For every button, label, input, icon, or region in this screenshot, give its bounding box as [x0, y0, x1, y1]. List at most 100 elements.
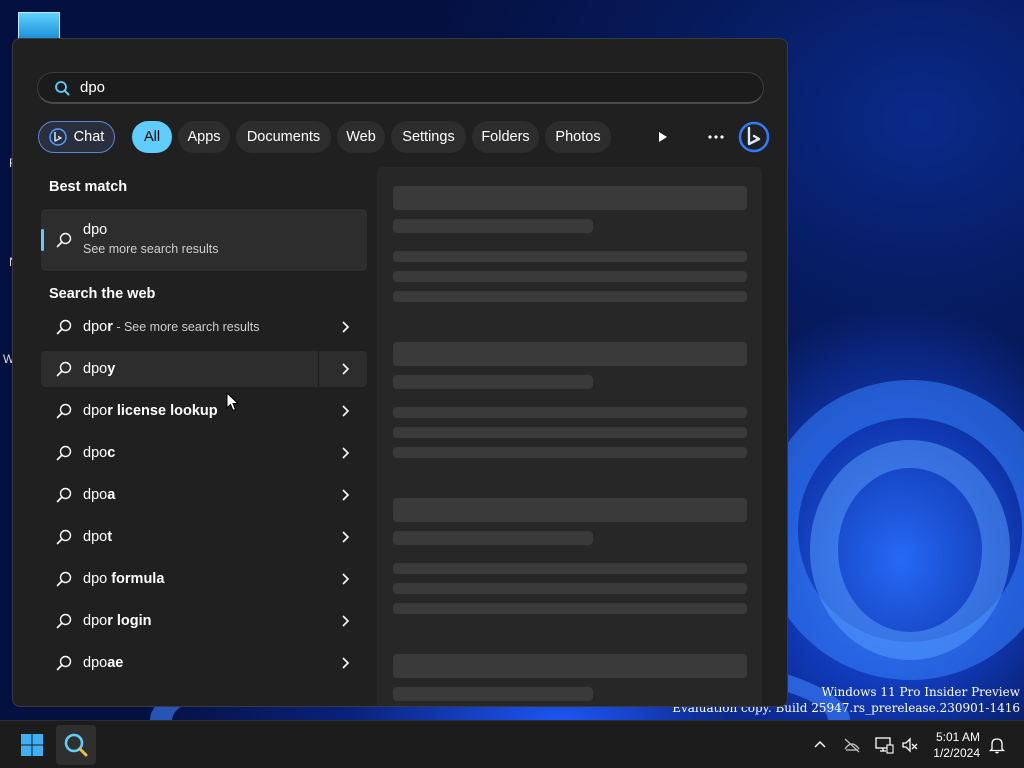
- search-web-heading: Search the web: [49, 286, 156, 302]
- chevron-right-icon[interactable]: [337, 403, 353, 419]
- chevron-right-icon[interactable]: [337, 613, 353, 629]
- filter-apps-label: Apps: [187, 129, 221, 145]
- loading-skeleton: [393, 342, 747, 366]
- search-icon: [56, 361, 72, 377]
- display-icon[interactable]: [874, 735, 894, 755]
- search-input[interactable]: [80, 79, 700, 96]
- web-result-row[interactable]: dpor - See more search results: [41, 309, 367, 345]
- chevron-right-icon[interactable]: [337, 529, 353, 545]
- filter-all[interactable]: All: [132, 121, 172, 153]
- web-result-label: dpoy: [83, 361, 115, 377]
- chevron-right-icon[interactable]: [337, 487, 353, 503]
- filter-apps[interactable]: Apps: [178, 121, 230, 153]
- start-button[interactable]: [12, 725, 52, 765]
- chevron-right-icon[interactable]: [337, 655, 353, 671]
- filter-folders[interactable]: Folders: [472, 121, 539, 153]
- bing-chat-button[interactable]: [738, 121, 770, 153]
- taskbar: 5:01 AM 1/2/2024: [0, 720, 1024, 768]
- chevron-up-icon[interactable]: [810, 735, 830, 755]
- search-icon: [56, 445, 72, 461]
- loading-skeleton: [393, 654, 747, 678]
- loading-skeleton: [393, 687, 593, 701]
- filter-settings-label: Settings: [402, 129, 455, 145]
- bing-icon: [48, 128, 67, 146]
- web-result-completion: a: [107, 487, 116, 503]
- search-icon: [56, 487, 72, 503]
- filter-chat-label: Chat: [73, 129, 105, 145]
- loading-skeleton: [393, 219, 593, 233]
- web-result-label: dpot: [83, 529, 112, 545]
- web-result-label: dpor license lookup: [83, 403, 218, 419]
- filter-documents-label: Documents: [246, 129, 321, 145]
- watermark-line1: Windows 11 Pro Insider Preview: [821, 685, 1020, 699]
- filter-web[interactable]: Web: [337, 121, 385, 153]
- desktop-icon[interactable]: [18, 12, 60, 40]
- filter-photos[interactable]: Photos: [545, 121, 611, 153]
- options-button[interactable]: [700, 121, 732, 153]
- search-icon: [56, 319, 72, 335]
- chevron-right-icon[interactable]: [337, 361, 353, 377]
- selection-indicator: [41, 229, 44, 251]
- filter-bar: Chat All Apps Documents Web Settings Fol…: [38, 121, 770, 153]
- web-result-typed: dpo: [83, 571, 108, 587]
- web-result-completion: r license lookup: [107, 403, 218, 419]
- search-icon: [56, 403, 72, 419]
- notification-bell-icon[interactable]: [987, 735, 1007, 755]
- row-divider: [318, 351, 319, 387]
- filter-photos-label: Photos: [555, 129, 601, 145]
- web-result-row[interactable]: dpoa: [41, 477, 367, 513]
- web-result-row[interactable]: dpor license lookup: [41, 393, 367, 429]
- loading-skeleton: [393, 407, 747, 418]
- chevron-right-icon[interactable]: [337, 319, 353, 335]
- web-result-label: dpor - See more search results: [83, 319, 259, 335]
- search-panel: Chat All Apps Documents Web Settings Fol…: [12, 38, 788, 707]
- loading-skeleton: [393, 583, 747, 594]
- more-icon: [708, 135, 724, 139]
- loading-skeleton: [393, 375, 593, 389]
- web-result-completion: formula: [107, 571, 165, 587]
- loading-skeleton: [393, 251, 747, 262]
- web-result-row[interactable]: dpor login: [41, 603, 367, 639]
- web-result-row[interactable]: dpoy: [41, 351, 367, 387]
- web-result-row[interactable]: dpoc: [41, 435, 367, 471]
- mouse-cursor-icon: [226, 392, 240, 412]
- loading-skeleton: [393, 186, 747, 210]
- more-filters-button[interactable]: [646, 121, 678, 153]
- filter-web-label: Web: [346, 129, 376, 145]
- web-result-label: dpoc: [83, 445, 115, 461]
- search-icon: [56, 571, 72, 587]
- search-box[interactable]: [37, 72, 764, 104]
- filter-chat[interactable]: Chat: [38, 121, 115, 153]
- filter-all-label: All: [143, 129, 161, 145]
- loading-skeleton: [393, 498, 747, 522]
- web-result-label: dpoae: [83, 655, 123, 671]
- web-result-typed: dpo: [83, 487, 108, 503]
- network-icon[interactable]: [842, 735, 862, 755]
- web-result-completion: y: [107, 361, 116, 377]
- chevron-right-icon[interactable]: [337, 445, 353, 461]
- system-clock[interactable]: 5:01 AM 1/2/2024: [933, 729, 980, 761]
- volume-muted-icon[interactable]: [900, 735, 920, 755]
- web-result-typed: dpo: [83, 403, 108, 419]
- loading-skeleton: [393, 427, 747, 438]
- filter-folders-label: Folders: [481, 129, 530, 145]
- filter-documents[interactable]: Documents: [236, 121, 331, 153]
- web-result-row[interactable]: dpo formula: [41, 561, 367, 597]
- taskbar-search-button[interactable]: [56, 725, 96, 765]
- web-result-typed: dpo: [83, 613, 108, 629]
- web-result-row[interactable]: dpot: [41, 519, 367, 555]
- chevron-right-icon[interactable]: [337, 571, 353, 587]
- best-match-subtitle: See more search results: [83, 242, 219, 256]
- best-match-card[interactable]: dpo See more search results: [41, 209, 367, 271]
- web-result-row[interactable]: dpoae: [41, 645, 367, 681]
- loading-skeleton: [393, 271, 747, 282]
- search-icon: [56, 232, 72, 248]
- web-result-completion: c: [107, 445, 116, 461]
- filter-settings[interactable]: Settings: [391, 121, 466, 153]
- web-result-label: dpor login: [83, 613, 152, 629]
- web-result-completion: ae: [107, 655, 124, 671]
- loading-skeleton: [393, 531, 593, 545]
- bing-icon: [738, 121, 770, 153]
- best-match-heading: Best match: [49, 179, 128, 195]
- web-result-typed: dpo: [83, 529, 108, 545]
